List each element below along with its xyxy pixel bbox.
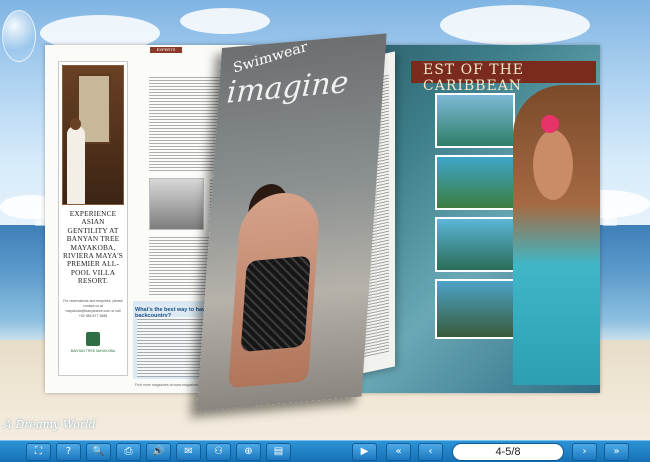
share-icon[interactable]: ⚇ bbox=[206, 443, 231, 461]
fit-screen-icon[interactable]: ⛶ bbox=[26, 443, 51, 461]
first-page-button[interactable]: « bbox=[386, 443, 411, 461]
next-page-button[interactable]: › bbox=[572, 443, 597, 461]
bubble-decoration bbox=[2, 10, 36, 62]
help-icon[interactable]: ? bbox=[56, 443, 81, 461]
ad-photo bbox=[62, 65, 124, 205]
resort-photo bbox=[435, 217, 515, 272]
sound-icon[interactable]: 🔊 bbox=[146, 443, 171, 461]
hibiscus-flower bbox=[541, 115, 559, 133]
page-indicator[interactable]: 4-5/8 bbox=[452, 443, 564, 461]
resort-photo bbox=[435, 279, 515, 339]
next-page-arrow[interactable]: ▶ bbox=[603, 208, 617, 226]
bottom-toolbar: ⛶ ? 🔍 ⎙ 🔊 ✉ ⚇ ⊕ ▤ ▶ « ‹ 4-5/8 › » bbox=[0, 440, 650, 462]
banyan-tree-logo bbox=[86, 332, 100, 346]
swimsuit bbox=[240, 255, 311, 353]
ad-person-head bbox=[70, 118, 81, 130]
section-tag: EXPERTS bbox=[150, 47, 182, 53]
article-portrait bbox=[149, 178, 204, 230]
ad-contact-text: For reservations and enquiries, please c… bbox=[63, 299, 123, 318]
turning-page[interactable]: Swimwear imagine bbox=[196, 33, 387, 412]
ad-person-image bbox=[67, 126, 85, 204]
resort-advertisement: EXPERIENCE ASIAN GENTILITY AT BANYAN TRE… bbox=[58, 61, 128, 376]
search-icon[interactable]: ⊕ bbox=[236, 443, 261, 461]
resort-photo bbox=[435, 93, 515, 148]
resort-photo bbox=[435, 155, 515, 210]
zoom-icon[interactable]: 🔍 bbox=[86, 443, 111, 461]
previous-page-button[interactable]: ‹ bbox=[418, 443, 443, 461]
autoplay-button[interactable]: ▶ bbox=[352, 443, 377, 461]
cloud bbox=[440, 5, 590, 45]
email-icon[interactable]: ✉ bbox=[176, 443, 201, 461]
cloud bbox=[180, 8, 270, 34]
print-icon[interactable]: ⎙ bbox=[116, 443, 141, 461]
last-page-button[interactable]: » bbox=[604, 443, 629, 461]
model-face bbox=[533, 130, 573, 200]
brand-signature: A Dreamy World bbox=[4, 418, 96, 431]
download-icon[interactable]: ▤ bbox=[266, 443, 291, 461]
ad-logo-text: BANYAN TREE MAYAKOBA bbox=[70, 349, 116, 353]
ad-headline: EXPERIENCE ASIAN GENTILITY AT BANYAN TRE… bbox=[62, 209, 123, 286]
